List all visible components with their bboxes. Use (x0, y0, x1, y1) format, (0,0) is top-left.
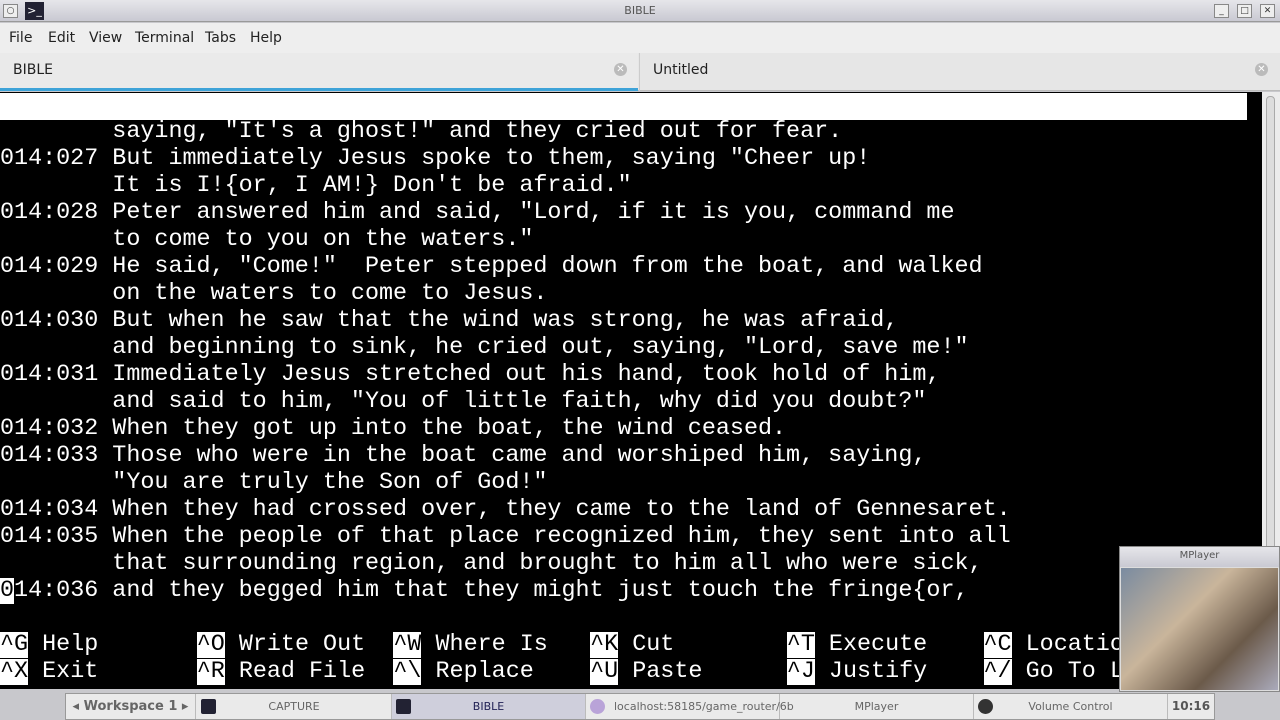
tab-untitled[interactable]: Untitled ✕ (639, 53, 1280, 91)
shortcut-key: ^/ (983, 659, 1012, 685)
shortcut-item: ^/ Go To L (983, 659, 1124, 686)
shortcut-key: ^C (983, 632, 1012, 658)
shortcut-item: ^J Justify (786, 659, 928, 686)
menu-file[interactable]: File (9, 30, 32, 46)
shortcut-label: Exit (42, 659, 99, 685)
shortcut-label: Read File (238, 659, 366, 685)
webcam-video (1121, 568, 1278, 690)
taskbar-label: localhost:58185/game_router/6b (614, 700, 794, 713)
shortcut-label: Help (42, 632, 99, 658)
line-text: 14:036 and they begged him that they mig… (14, 578, 969, 604)
text-line: 014:029 He said, "Come!" Peter stepped d… (0, 254, 983, 280)
shortcut-key: ^\ (393, 659, 422, 685)
shortcut-label: Justify (828, 659, 928, 685)
window-title: BIBLE (624, 4, 656, 17)
window-titlebar: ○ >_ BIBLE _ □ ✕ (0, 0, 1280, 22)
text-line: 014:033 Those who were in the boat came … (0, 443, 927, 469)
shortcut-label: Replace (435, 659, 534, 685)
shortcut-label: Locatio (1025, 632, 1124, 658)
shortcut-label: Go To L (1025, 659, 1124, 685)
shortcut-item: ^R Read File (196, 659, 366, 686)
text-line: 014:031 Immediately Jesus stretched out … (0, 362, 941, 388)
workspace-switcher[interactable]: ◂ Workspace 1 ▸ (66, 694, 196, 719)
close-tab-icon[interactable]: ✕ (1255, 63, 1268, 76)
taskbar-label: MPlayer (854, 700, 899, 713)
shortcut-item: ^G Help (0, 632, 98, 659)
menu-bar: File Edit View Terminal Tabs Help (0, 23, 1280, 53)
taskbar-item-bible[interactable]: BIBLE (392, 694, 586, 719)
tab-bar: BIBLE ✕ Untitled ✕ (0, 53, 1280, 91)
text-line: saying, "It's a ghost!" and they cried o… (0, 119, 843, 145)
shortcut-label: Where Is (435, 632, 548, 658)
taskbar-label: CAPTURE (268, 700, 320, 713)
taskbar-label: Volume Control (1028, 700, 1113, 713)
shortcut-item: ^O Write Out (196, 632, 366, 659)
browser-icon (590, 699, 605, 714)
shortcut-item: ^T Execute (786, 632, 928, 659)
tab-bible[interactable]: BIBLE ✕ (0, 53, 638, 91)
shortcut-key: ^W (393, 632, 422, 658)
menu-tabs[interactable]: Tabs (205, 30, 236, 46)
shortcut-item: ^C Locatio (983, 632, 1124, 659)
shortcut-key: ^R (196, 659, 225, 685)
shortcut-item: ^\ Replace (393, 659, 534, 686)
workspace-label: Workspace 1 (83, 699, 178, 714)
text-line: 014:032 When they got up into the boat, … (0, 416, 787, 442)
text-line: 014:028 Peter answered him and said, "Lo… (0, 200, 955, 226)
menu-terminal[interactable]: Terminal (135, 30, 194, 46)
mplayer-title: MPlayer (1179, 550, 1220, 561)
text-line: that surrounding region, and brought to … (0, 551, 983, 577)
terminal-icon (396, 699, 411, 714)
shortcut-item: ^X Exit (0, 659, 98, 686)
text-line: on the waters to come to Jesus. (0, 281, 548, 307)
shortcut-key: ^O (196, 632, 225, 658)
menu-help[interactable]: Help (250, 30, 282, 46)
maximize-button[interactable]: □ (1237, 4, 1252, 18)
text-line: 014:027 But immediately Jesus spoke to t… (0, 146, 871, 172)
text-line: "You are truly the Son of God!" (0, 470, 548, 496)
tab-label: BIBLE (13, 62, 53, 78)
mplayer-titlebar: MPlayer (1120, 547, 1279, 567)
text-line: to come to you on the waters." (0, 227, 534, 253)
terminal-icon (201, 699, 216, 714)
shortcut-key: ^J (786, 659, 815, 685)
shortcut-key: ^G (0, 632, 29, 658)
minimize-button[interactable]: _ (1214, 4, 1229, 18)
shortcut-key: ^K (590, 632, 619, 658)
shortcut-label: Execute (828, 632, 928, 658)
shortcut-item: ^W Where Is (393, 632, 548, 659)
text-line: and said to him, "You of little faith, w… (0, 389, 927, 415)
taskbar: ◂ Workspace 1 ▸ CAPTURE BIBLE localhost:… (65, 693, 1215, 720)
shortcut-key: ^X (0, 659, 29, 685)
taskbar-label: BIBLE (472, 700, 505, 713)
menu-view[interactable]: View (89, 30, 122, 46)
shortcut-label: Write Out (238, 632, 366, 658)
shortcut-item: ^U Paste (590, 659, 702, 686)
taskbar-item-volume[interactable]: Volume Control (974, 694, 1168, 719)
volume-icon (978, 699, 993, 714)
close-button[interactable]: ✕ (1260, 4, 1275, 18)
shortcut-key: ^T (786, 632, 815, 658)
text-line: 014:035 When the people of that place re… (0, 524, 1011, 550)
cursor-line: 014:036 and they begged him that they mi… (0, 578, 969, 605)
terminal-area[interactable]: GNU nano 7.2 pg8294.txt saying, "It's a … (0, 92, 1262, 689)
taskbar-item-mplayer[interactable]: MPlayer (780, 694, 974, 719)
text-line: 014:030 But when he saw that the wind wa… (0, 308, 899, 334)
close-tab-icon[interactable]: ✕ (614, 63, 627, 76)
menu-edit[interactable]: Edit (48, 30, 75, 46)
shortcut-item: ^K Cut (590, 632, 674, 659)
nano-header: GNU nano 7.2 pg8294.txt (0, 93, 1247, 173)
text-cursor: 0 (0, 578, 15, 604)
shortcut-label: Cut (632, 632, 675, 658)
shortcut-label: Paste (632, 659, 703, 685)
mplayer-window[interactable]: MPlayer (1119, 546, 1280, 692)
text-line: 014:034 When they had crossed over, they… (0, 497, 1011, 523)
taskbar-item-browser[interactable]: localhost:58185/game_router/6b (586, 694, 794, 719)
text-line: and beginning to sink, he cried out, say… (0, 335, 969, 361)
shortcut-key: ^U (590, 659, 619, 685)
clock: 10:16 (1171, 699, 1211, 713)
tab-label: Untitled (653, 62, 709, 78)
text-line: It is I!{or, I AM!} Don't be afraid." (0, 173, 632, 199)
taskbar-item-capture[interactable]: CAPTURE (197, 694, 392, 719)
